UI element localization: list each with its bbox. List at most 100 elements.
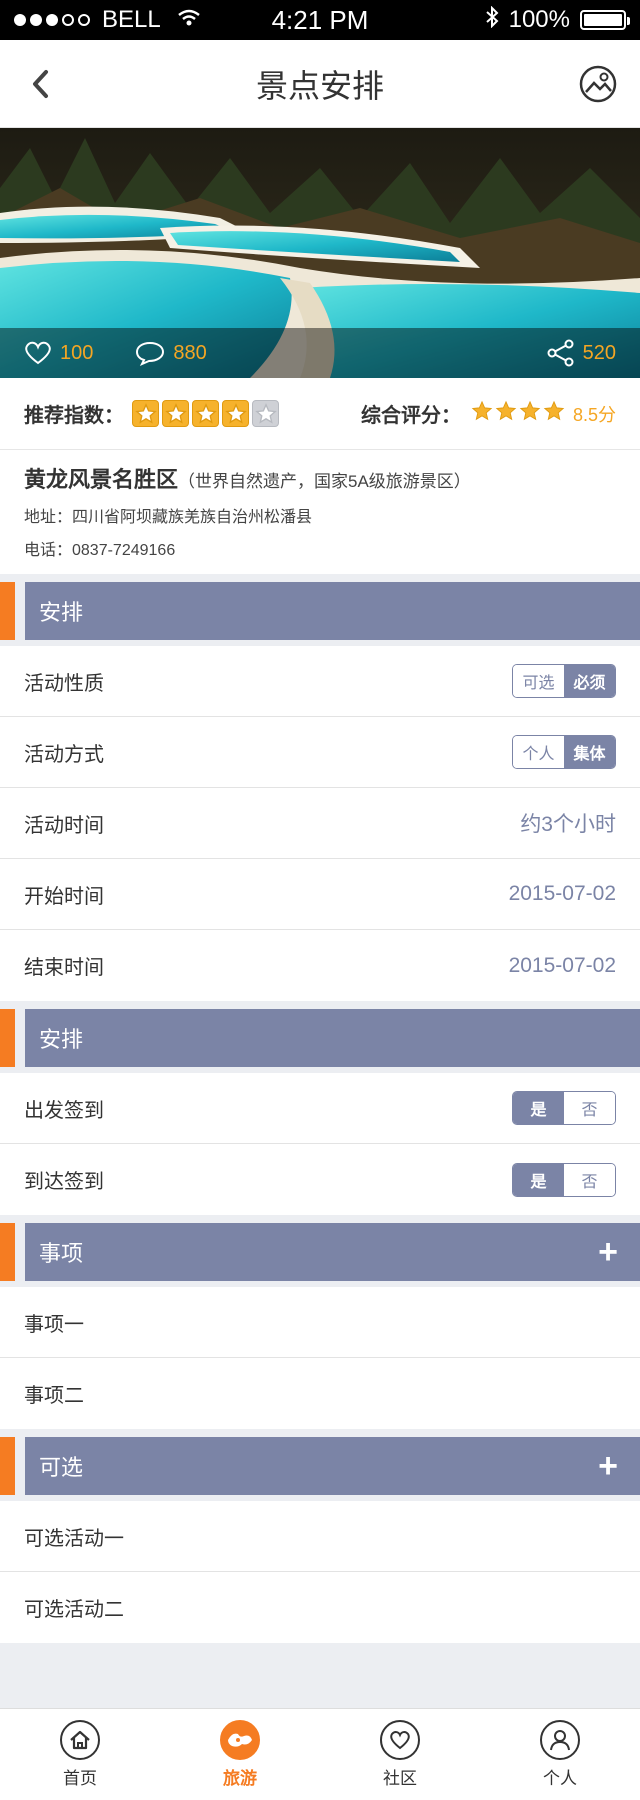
- activity-mode-row: 活动方式 个人 集体: [0, 717, 640, 788]
- section-title: 安排: [39, 600, 84, 625]
- tab-label: 个人: [543, 1769, 577, 1788]
- star-icon: [252, 400, 279, 427]
- tab-home[interactable]: 首页: [0, 1709, 160, 1800]
- add-optional-button[interactable]: +: [598, 1449, 626, 1483]
- items-list: 事项一 事项二: [0, 1287, 640, 1429]
- option-no[interactable]: 否: [564, 1163, 615, 1196]
- activity-nature-row: 活动性质 可选 必须: [0, 646, 640, 717]
- carrier-label: BELL: [102, 6, 161, 33]
- row-label: 开始时间: [24, 885, 104, 908]
- place-info: 黄龙风景名胜区（世界自然遗产，国家5A级旅游景区） 地址：四川省阿坝藏族羌族自治…: [0, 450, 640, 574]
- score-label: 综合评分：: [360, 405, 461, 427]
- activity-mode-toggle: 个人 集体: [512, 735, 616, 769]
- optional-list: 可选活动一 可选活动二: [0, 1501, 640, 1643]
- wifi-icon: [177, 7, 201, 33]
- option-yes[interactable]: 是: [513, 1092, 564, 1124]
- star-icon: [162, 400, 189, 427]
- option-no[interactable]: 否: [564, 1092, 615, 1124]
- share-button[interactable]: 520: [547, 339, 616, 367]
- star-icon: [471, 400, 493, 427]
- list-item[interactable]: 事项二: [0, 1358, 640, 1429]
- section-header-arrangement: 安排: [0, 582, 640, 640]
- recommend-stars: [132, 400, 279, 427]
- tab-label: 社区: [383, 1769, 417, 1788]
- row-label: 活动方式: [24, 743, 104, 766]
- section-header-optional: 可选 +: [0, 1437, 640, 1495]
- row-label: 结束时间: [24, 957, 104, 979]
- share-count: 520: [582, 341, 616, 364]
- like-count: 100: [60, 341, 94, 364]
- row-value: 2015-07-02: [508, 953, 616, 977]
- section-header-items: 事项 +: [0, 1223, 640, 1281]
- travel-icon: [220, 1720, 260, 1760]
- section-header-checkin: 安排: [0, 1009, 640, 1067]
- row-value: 约3个小时: [520, 813, 616, 836]
- list-item[interactable]: 事项一: [0, 1287, 640, 1358]
- checkin-list: 出发签到 是 否 到达签到 是 否: [0, 1073, 640, 1215]
- battery-icon: [580, 10, 630, 30]
- arrival-checkin-row: 到达签到 是 否: [0, 1144, 640, 1215]
- place-name: 黄龙风景名胜区: [24, 467, 179, 492]
- option-individual[interactable]: 个人: [513, 736, 564, 768]
- row-value: 2015-07-02: [508, 882, 616, 905]
- like-button[interactable]: 100: [24, 341, 93, 365]
- hero-stats-bar: 100 880 520: [0, 328, 640, 378]
- start-time-row[interactable]: 开始时间 2015-07-02: [0, 859, 640, 930]
- place-address: 地址：四川省阿坝藏族羌族自治州松潘县: [24, 509, 313, 526]
- tab-profile[interactable]: 个人: [480, 1709, 640, 1800]
- tab-label: 旅游: [223, 1769, 257, 1788]
- section-title: 事项: [39, 1241, 84, 1266]
- heart-icon: [380, 1720, 420, 1760]
- activity-duration-row[interactable]: 活动时间 约3个小时: [0, 788, 640, 859]
- scenery-image: 100 880 520: [0, 128, 640, 378]
- star-icon: [132, 400, 159, 427]
- comment-icon: [136, 341, 165, 366]
- end-time-row[interactable]: 结束时间 2015-07-02: [0, 930, 640, 1001]
- section-title: 安排: [39, 1027, 84, 1052]
- tab-travel[interactable]: 旅游: [160, 1709, 320, 1800]
- star-icon: [495, 400, 517, 427]
- row-label: 活动时间: [24, 814, 104, 837]
- add-item-button[interactable]: +: [598, 1235, 626, 1269]
- tab-community[interactable]: 社区: [320, 1709, 480, 1800]
- option-yes[interactable]: 是: [513, 1163, 564, 1196]
- row-label: 出发签到: [24, 1099, 104, 1122]
- star-icon: [192, 400, 219, 427]
- place-phone: 电话：0837-7249166: [24, 542, 176, 559]
- back-button[interactable]: [22, 66, 58, 102]
- place-note: （世界自然遗产，国家5A级旅游景区）: [178, 472, 471, 491]
- tab-label: 首页: [63, 1769, 97, 1788]
- landscape-icon: [579, 65, 617, 103]
- comment-button[interactable]: 880: [135, 340, 207, 366]
- place-title: 黄龙风景名胜区（世界自然遗产，国家5A级旅游景区）: [24, 462, 616, 494]
- bluetooth-icon: [485, 5, 499, 35]
- option-required[interactable]: 必须: [564, 665, 615, 697]
- page-title: 景点安排: [255, 67, 384, 104]
- activity-nature-toggle: 可选 必须: [512, 664, 616, 698]
- tab-bar: 首页 旅游 社区 个人: [0, 1708, 640, 1800]
- star-icon: [222, 400, 249, 427]
- photo-button[interactable]: [578, 64, 618, 104]
- arrival-checkin-toggle: 是 否: [512, 1162, 616, 1197]
- nav-bar: 景点安排: [0, 40, 640, 128]
- list-item[interactable]: 可选活动二: [0, 1572, 640, 1643]
- arrangement-list: 活动性质 可选 必须 活动方式 个人 集体 活动时间 约3个小时 开始时间 20…: [0, 646, 640, 1001]
- option-group[interactable]: 集体: [564, 736, 615, 768]
- star-icon: [519, 400, 541, 427]
- recommend-label: 推荐指数：: [24, 405, 124, 427]
- comment-count: 880: [173, 341, 207, 364]
- score-value: 8.5分: [572, 404, 616, 425]
- star-icon: [543, 400, 565, 427]
- row-label: 到达签到: [24, 1171, 104, 1193]
- section-title: 可选: [39, 1455, 84, 1480]
- battery-percent: 100%: [508, 6, 570, 33]
- home-icon: [60, 1720, 100, 1760]
- heart-icon: [25, 341, 51, 365]
- departure-checkin-toggle: 是 否: [512, 1091, 616, 1125]
- list-item[interactable]: 可选活动一: [0, 1501, 640, 1572]
- signal-icon: [14, 14, 90, 26]
- user-icon: [540, 1720, 580, 1760]
- row-label: 活动性质: [24, 672, 104, 695]
- option-optional[interactable]: 可选: [513, 665, 564, 697]
- rating-row: 推荐指数： 综合评分： 8.5分: [0, 378, 640, 450]
